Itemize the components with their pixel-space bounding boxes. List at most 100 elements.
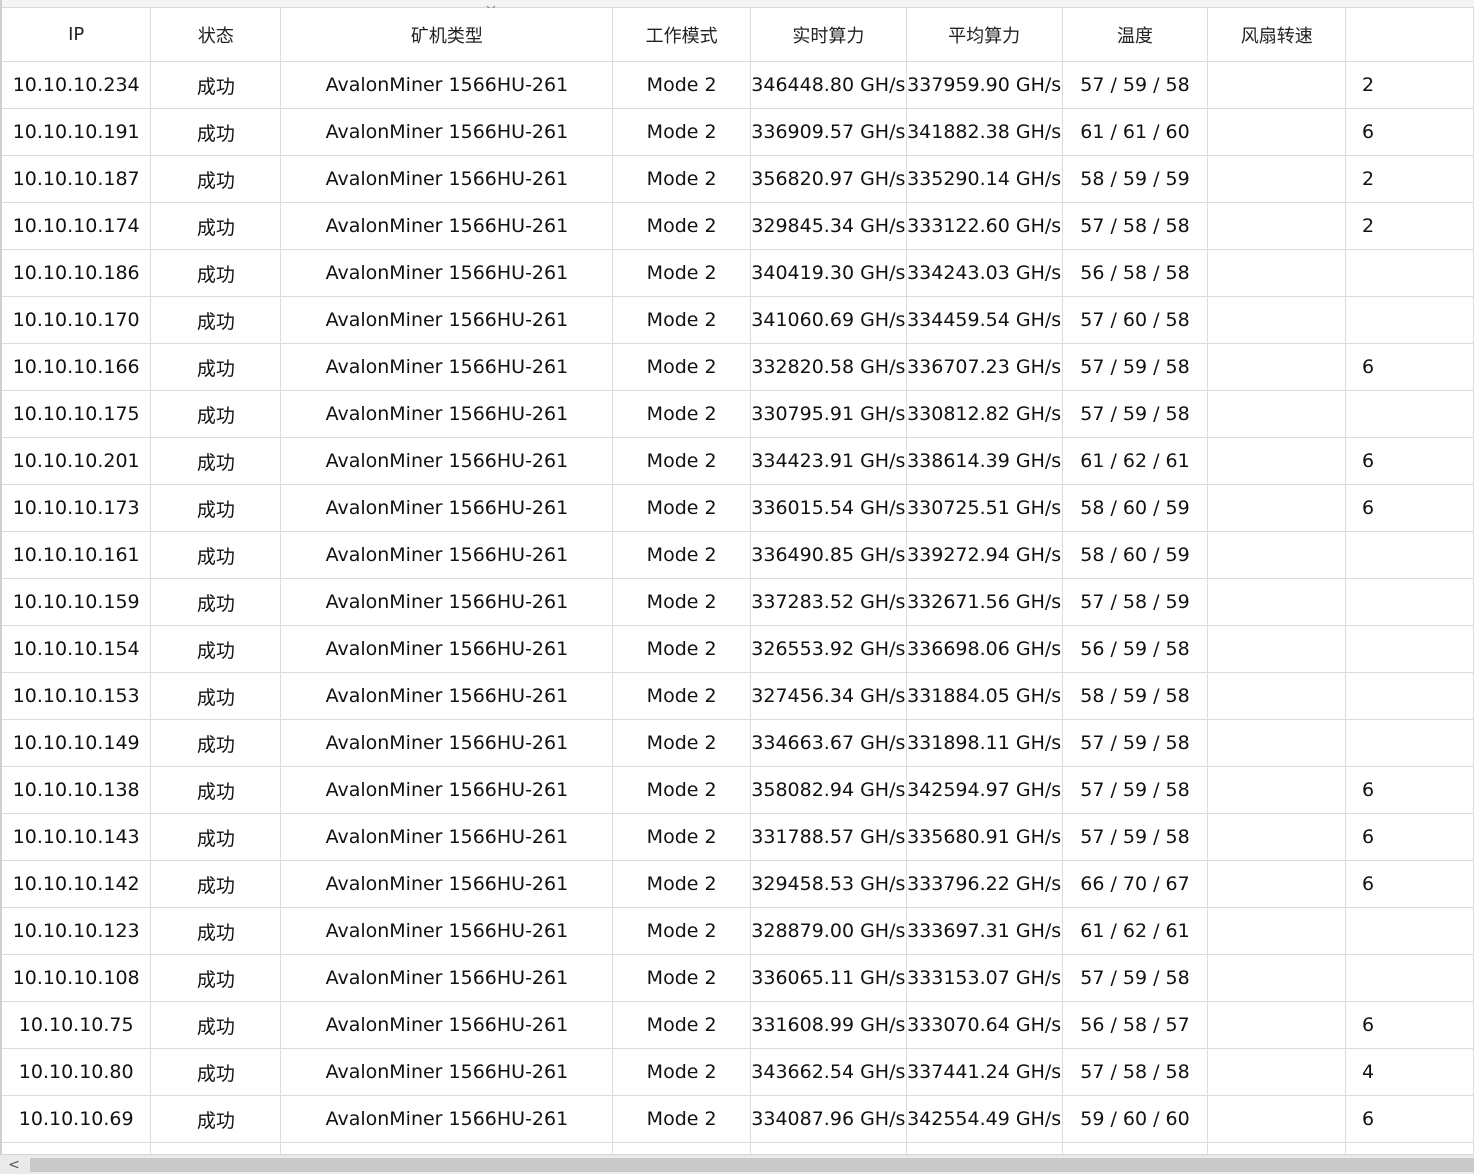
cell-work-mode: Mode 2	[612, 437, 751, 485]
table-row[interactable]: 10.10.10.149 成功 AvalonMiner 1566HU-261 Mode…	[2, 719, 1474, 767]
cell-ip: 10.10.10.166	[2, 343, 152, 391]
table-row[interactable]: 10.10.10.174 成功 AvalonMiner 1566HU-261 Mode…	[2, 202, 1474, 250]
cell-miner-type: AvalonMiner 1566HU-261	[280, 249, 614, 297]
cell-work-mode: Mode 2	[612, 249, 751, 297]
cell-ip: 10.10.10.108	[2, 954, 152, 1002]
table-row[interactable]: 10.10.10.75 成功 AvalonMiner 1566HU-261 Mode …	[2, 1001, 1474, 1049]
table-row[interactable]: 10.10.10.187 成功 AvalonMiner 1566HU-261 Mode…	[2, 155, 1474, 203]
table-row[interactable]: 10.10.10.154 成功 AvalonMiner 1566HU-261 Mode…	[2, 625, 1474, 673]
cell-work-mode: Mode 2	[612, 155, 751, 203]
cell-status: 成功	[150, 766, 282, 814]
column-header-average-hashrate[interactable]: 平均算力	[906, 8, 1063, 62]
cell-ip: 10.10.10.123	[2, 907, 152, 955]
cell-fan-speed	[1207, 578, 1347, 626]
cell-fan-speed	[1207, 954, 1347, 1002]
column-header-miner-type[interactable]: 矿机类型	[280, 8, 614, 62]
cell-temperature: 61 / 62 / 61	[1062, 907, 1209, 955]
miner-list-window: IP 状态 矿机类型 工作模式 实时算力 平均算力 温度 风扇转速 10.10.…	[0, 0, 1474, 1174]
cell-fan-speed	[1207, 61, 1347, 109]
table-row[interactable]: 10.10.10.201 成功 AvalonMiner 1566HU-261 Mode…	[2, 437, 1474, 485]
cell-work-mode: Mode 2	[612, 907, 751, 955]
table-row[interactable]: 10.10.10.166 成功 AvalonMiner 1566HU-261 Mode…	[2, 343, 1474, 391]
table-row[interactable]: 10.10.10.143 成功 AvalonMiner 1566HU-261 Mode…	[2, 813, 1474, 861]
table-row[interactable]: 10.10.10.108 成功 AvalonMiner 1566HU-261 Mode…	[2, 954, 1474, 1002]
cell-realtime-hashrate: 326553.92 GH/s	[750, 625, 907, 673]
cell-status: 成功	[150, 296, 282, 344]
cell-ip: 10.10.10.80	[2, 1048, 152, 1096]
table-row[interactable]: 10.10.10.159 成功 AvalonMiner 1566HU-261 Mode…	[2, 578, 1474, 626]
cell-fan-speed	[1207, 202, 1347, 250]
cell-fan-speed	[1207, 766, 1347, 814]
scroll-left-button[interactable]: <	[0, 1155, 28, 1174]
cell-temperature: 57 / 59 / 58	[1062, 390, 1209, 438]
cell-realtime-hashrate: 327456.34 GH/s	[750, 672, 907, 720]
horizontal-scrollbar[interactable]: <	[0, 1154, 1474, 1174]
cell-work-mode: Mode 2	[612, 672, 751, 720]
cell-status: 成功	[150, 484, 282, 532]
cell-next: 2	[1345, 202, 1474, 250]
column-header-ip[interactable]: IP	[2, 8, 152, 62]
table-row[interactable]: 10.10.10.170 成功 AvalonMiner 1566HU-261 Mode…	[2, 296, 1474, 344]
table-row[interactable]: 10.10.10.186 成功 AvalonMiner 1566HU-261 Mode…	[2, 249, 1474, 297]
cell-temperature: 59 / 60 / 60	[1062, 1095, 1209, 1143]
cell-realtime-hashrate: 329845.34 GH/s	[750, 202, 907, 250]
cell-miner-type: AvalonMiner 1566HU-261	[280, 1095, 614, 1143]
cell-ip: 10.10.10.186	[2, 249, 152, 297]
column-header-next[interactable]	[1345, 8, 1474, 62]
column-header-temperature[interactable]: 温度	[1062, 8, 1209, 62]
cell-ip: 10.10.10.234	[2, 61, 152, 109]
cell-realtime-hashrate: 341060.69 GH/s	[750, 296, 907, 344]
cell-miner-type: AvalonMiner 1566HU-261	[280, 1048, 614, 1096]
cell-temperature: 58 / 59 / 58	[1062, 672, 1209, 720]
table-row[interactable]: 10.10.10.80 成功 AvalonMiner 1566HU-261 Mode …	[2, 1048, 1474, 1096]
table-row[interactable]: 10.10.10.142 成功 AvalonMiner 1566HU-261 Mode…	[2, 860, 1474, 908]
cell-ip: 10.10.10.153	[2, 672, 152, 720]
cell-temperature: 58 / 60 / 59	[1062, 484, 1209, 532]
table-row[interactable]: 10.10.10.173 成功 AvalonMiner 1566HU-261 Mode…	[2, 484, 1474, 532]
column-header-status[interactable]: 状态	[150, 8, 282, 62]
cell-next: 6	[1345, 484, 1474, 532]
cell-temperature: 56 / 58 / 57	[1062, 1001, 1209, 1049]
cell-fan-speed	[1207, 484, 1347, 532]
cell-status: 成功	[150, 343, 282, 391]
cell-fan-speed	[1207, 907, 1347, 955]
cell-miner-type: AvalonMiner 1566HU-261	[280, 672, 614, 720]
cell-next: 6	[1345, 860, 1474, 908]
table-row[interactable]: 10.10.10.191 成功 AvalonMiner 1566HU-261 Mode…	[2, 108, 1474, 156]
cell-next	[1345, 907, 1474, 955]
table-row[interactable]: 10.10.10.69 成功 AvalonMiner 1566HU-261 Mode …	[2, 1095, 1474, 1143]
cell-status: 成功	[150, 625, 282, 673]
cell-next: 6	[1345, 108, 1474, 156]
cell-temperature: 57 / 59 / 58	[1062, 954, 1209, 1002]
cell-miner-type: AvalonMiner 1566HU-261	[280, 1001, 614, 1049]
cell-next	[1345, 719, 1474, 767]
table-row[interactable]: 10.10.10.175 成功 AvalonMiner 1566HU-261 Mode…	[2, 390, 1474, 438]
cell-status: 成功	[150, 719, 282, 767]
cell-realtime-hashrate: 329458.53 GH/s	[750, 860, 907, 908]
cell-fan-speed	[1207, 155, 1347, 203]
cell-status: 成功	[150, 578, 282, 626]
table-row[interactable]: 10.10.10.123 成功 AvalonMiner 1566HU-261 Mode…	[2, 907, 1474, 955]
scrollbar-thumb[interactable]	[30, 1158, 1474, 1172]
column-header-realtime-hashrate[interactable]: 实时算力	[750, 8, 907, 62]
table-row[interactable]: 10.10.10.153 成功 AvalonMiner 1566HU-261 Mode…	[2, 672, 1474, 720]
cell-ip: 10.10.10.75	[2, 1001, 152, 1049]
cell-next	[1345, 249, 1474, 297]
table-row[interactable]: 10.10.10.161 成功 AvalonMiner 1566HU-261 Mode…	[2, 531, 1474, 579]
cell-average-hashrate: 341882.38 GH/s	[906, 108, 1063, 156]
cell-miner-type: AvalonMiner 1566HU-261	[280, 813, 614, 861]
cell-realtime-hashrate: 331608.99 GH/s	[750, 1001, 907, 1049]
table-row[interactable]: 10.10.10.138 成功 AvalonMiner 1566HU-261 Mode…	[2, 766, 1474, 814]
cell-work-mode: Mode 2	[612, 108, 751, 156]
column-header-fan-speed[interactable]: 风扇转速	[1207, 8, 1347, 62]
cell-average-hashrate: 333796.22 GH/s	[906, 860, 1063, 908]
cell-temperature: 56 / 58 / 58	[1062, 249, 1209, 297]
cell-work-mode: Mode 2	[612, 1001, 751, 1049]
cell-average-hashrate: 337959.90 GH/s	[906, 61, 1063, 109]
cell-fan-speed	[1207, 531, 1347, 579]
cell-status: 成功	[150, 155, 282, 203]
table-row[interactable]: 10.10.10.234 成功 AvalonMiner 1566HU-261 Mode…	[2, 61, 1474, 109]
cell-status: 成功	[150, 108, 282, 156]
column-header-work-mode[interactable]: 工作模式	[612, 8, 751, 62]
cell-next	[1345, 531, 1474, 579]
